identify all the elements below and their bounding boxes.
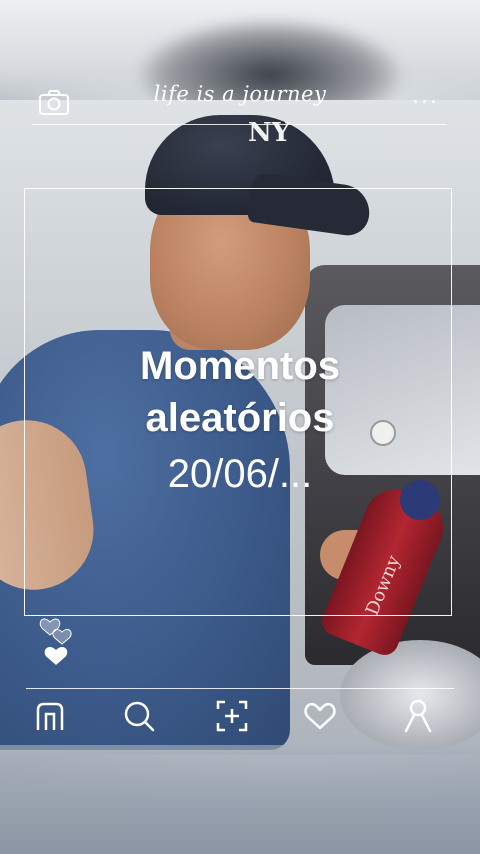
profile-icon[interactable]	[400, 698, 436, 734]
heart-icon[interactable]	[302, 698, 338, 734]
heart-outline-icon	[52, 628, 72, 645]
post-title: Momentos aleatórios	[0, 340, 480, 444]
cap-logo: NY	[248, 118, 291, 148]
title-line-2: aleatórios	[145, 396, 335, 440]
bottom-fade	[0, 745, 480, 854]
top-bar: life is a journey ...	[0, 82, 480, 122]
post-date: 20/06/...	[167, 452, 313, 496]
bottom-nav	[0, 698, 480, 738]
add-square-icon[interactable]	[214, 698, 250, 734]
more-icon[interactable]: ...	[412, 84, 439, 109]
home-icon[interactable]	[32, 698, 68, 734]
search-icon[interactable]	[121, 698, 157, 734]
reaction-hearts	[38, 608, 82, 668]
tagline: life is a journey	[153, 82, 327, 106]
bottom-divider	[26, 688, 454, 689]
top-divider	[32, 124, 446, 125]
heart-filled-icon[interactable]	[44, 647, 68, 665]
title-line-1: Momentos	[140, 344, 340, 388]
